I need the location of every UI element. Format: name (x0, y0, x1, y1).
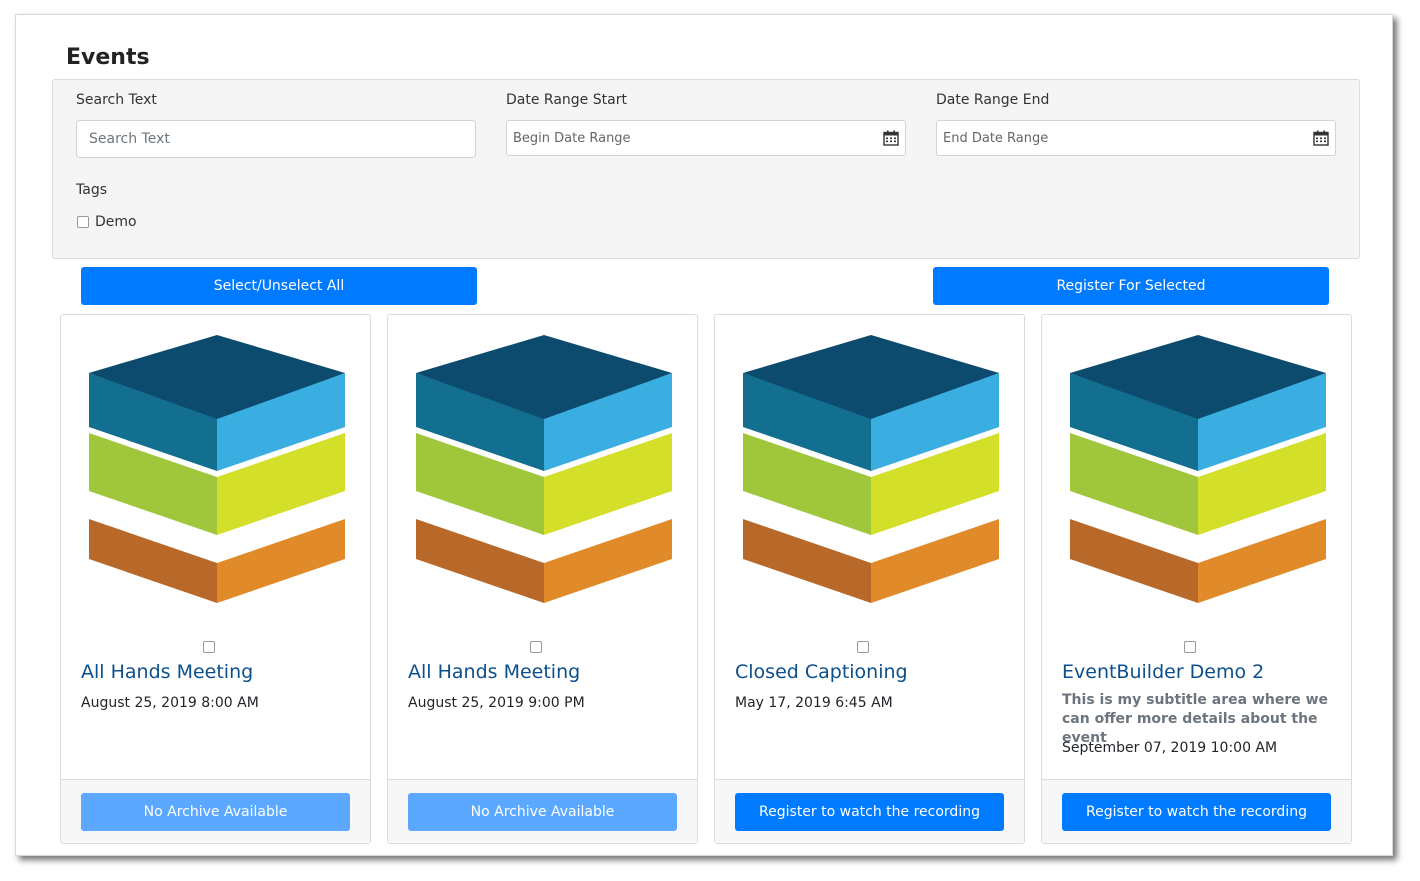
event-title[interactable]: All Hands Meeting (81, 661, 253, 683)
event-date: August 25, 2019 8:00 AM (81, 695, 259, 711)
event-select-checkbox[interactable] (530, 641, 542, 653)
event-select-checkbox[interactable] (203, 641, 215, 653)
card-footer: No Archive Available (388, 779, 697, 843)
card-footer: No Archive Available (61, 779, 370, 843)
card-footer: Register to watch the recording (715, 779, 1024, 843)
select-all-button[interactable]: Select/Unselect All (81, 267, 477, 305)
filter-panel: Search Text Date Range Start Date Range … (52, 79, 1360, 259)
event-logo-image (416, 335, 672, 603)
date-end-field[interactable] (936, 120, 1336, 156)
search-label: Search Text (76, 92, 157, 108)
register-recording-button[interactable]: Register to watch the recording (1062, 793, 1331, 831)
card-footer: Register to watch the recording (1042, 779, 1351, 843)
no-archive-button[interactable]: No Archive Available (81, 793, 350, 831)
event-date: August 25, 2019 9:00 PM (408, 695, 585, 711)
register-recording-button[interactable]: Register to watch the recording (735, 793, 1004, 831)
date-start-label: Date Range Start (506, 92, 627, 108)
event-logo-image (89, 335, 345, 603)
events-window: Events Search Text Date Range Start Date… (15, 14, 1393, 856)
event-cards: All Hands Meeting August 25, 2019 8:00 A… (60, 314, 1353, 844)
event-title[interactable]: All Hands Meeting (408, 661, 580, 683)
event-card: All Hands Meeting August 25, 2019 8:00 A… (60, 314, 371, 844)
date-start-input[interactable] (507, 121, 867, 155)
date-start-field[interactable] (506, 120, 906, 156)
tags-label: Tags (76, 182, 107, 198)
event-title[interactable]: EventBuilder Demo 2 (1062, 661, 1264, 683)
event-title[interactable]: Closed Captioning (735, 661, 908, 683)
tag-checkbox[interactable] (77, 216, 89, 228)
no-archive-button[interactable]: No Archive Available (408, 793, 677, 831)
event-select-checkbox[interactable] (857, 641, 869, 653)
calendar-icon[interactable] (883, 130, 899, 146)
page-title: Events (66, 45, 150, 70)
tag-label: Demo (95, 214, 137, 230)
event-logo-image (1070, 335, 1326, 603)
event-logo-image (743, 335, 999, 603)
event-date: May 17, 2019 6:45 AM (735, 695, 893, 711)
calendar-icon[interactable] (1313, 130, 1329, 146)
register-selected-button[interactable]: Register For Selected (933, 267, 1329, 305)
event-select-checkbox[interactable] (1184, 641, 1196, 653)
tag-item-demo[interactable]: Demo (77, 214, 137, 230)
search-input[interactable] (76, 120, 476, 158)
event-card: EventBuilder Demo 2 This is my subtitle … (1041, 314, 1352, 844)
date-end-input[interactable] (937, 121, 1297, 155)
event-card: Closed Captioning May 17, 2019 6:45 AM R… (714, 314, 1025, 844)
event-date: September 07, 2019 10:00 AM (1062, 740, 1278, 756)
event-card: All Hands Meeting August 25, 2019 9:00 P… (387, 314, 698, 844)
date-end-label: Date Range End (936, 92, 1050, 108)
